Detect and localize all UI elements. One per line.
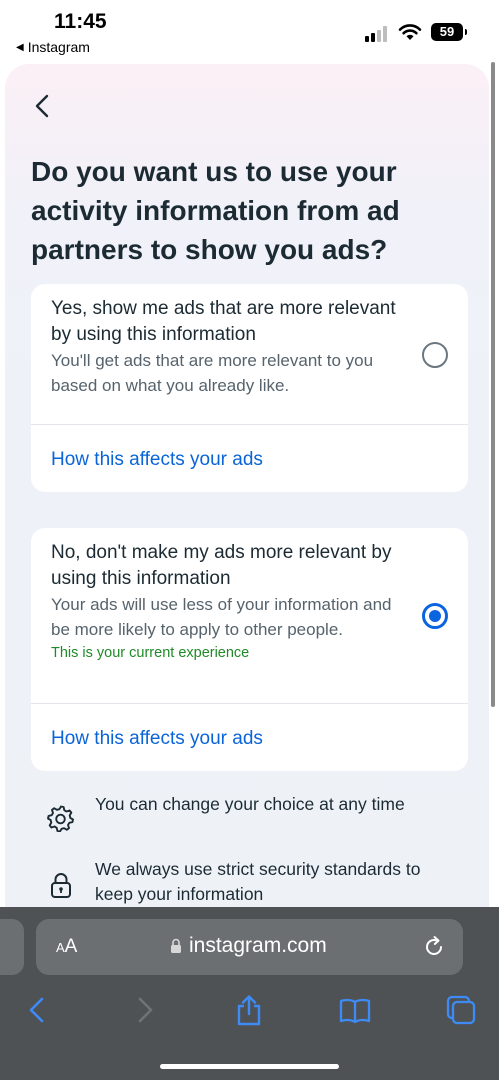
- option-no[interactable]: No, don't make my ads more relevant by u…: [51, 540, 406, 661]
- text-size-button[interactable]: AA: [56, 936, 77, 958]
- option-yes-title: Yes, show me ads that are more relevant …: [51, 298, 396, 345]
- browser-back-icon[interactable]: [20, 993, 54, 1027]
- how-affects-ads-link-1[interactable]: How this affects your ads: [51, 449, 263, 471]
- gear-icon: [47, 805, 74, 832]
- page-title: Do you want us to use your activity info…: [31, 156, 400, 265]
- back-to-app-link[interactable]: ◀ Instagram: [16, 39, 90, 55]
- wifi-icon: [398, 24, 422, 40]
- previous-tab-peek[interactable]: [0, 919, 24, 975]
- home-indicator[interactable]: [160, 1064, 339, 1069]
- cellular-signal-icon: [365, 26, 387, 42]
- option-card-yes: Yes, show me ads that are more relevant …: [31, 284, 468, 492]
- option-yes-description: You'll get ads that are more relevant to…: [51, 351, 374, 395]
- lock-icon: [51, 873, 71, 898]
- browser-forward-icon[interactable]: [128, 993, 162, 1027]
- scroll-indicator[interactable]: [491, 62, 495, 707]
- option-no-title: No, don't make my ads more relevant by u…: [51, 542, 392, 589]
- tabs-icon[interactable]: [444, 993, 478, 1027]
- info-text-change-choice: You can change your choice at any time: [95, 794, 405, 814]
- status-bar: 11:45 ◀ Instagram 59: [0, 0, 499, 62]
- reload-icon[interactable]: [422, 935, 446, 959]
- status-time: 11:45: [54, 10, 107, 33]
- radio-no-selected[interactable]: [422, 603, 448, 629]
- current-experience-note: This is your current experience: [51, 645, 250, 661]
- back-chevron-icon[interactable]: [31, 92, 55, 120]
- option-yes[interactable]: Yes, show me ads that are more relevant …: [51, 296, 406, 398]
- consent-sheet: Do you want us to use your activity info…: [5, 64, 489, 944]
- url-text: instagram.com: [189, 934, 327, 957]
- battery-indicator: 59: [431, 23, 467, 41]
- option-card-no: No, don't make my ads more relevant by u…: [31, 528, 468, 771]
- share-icon[interactable]: [232, 993, 266, 1027]
- divider: [31, 424, 468, 425]
- secure-lock-icon: [171, 938, 181, 953]
- back-triangle-icon: ◀: [16, 41, 24, 53]
- option-no-description: Your ads will use less of your informati…: [51, 595, 392, 639]
- bookmarks-icon[interactable]: [338, 993, 372, 1027]
- info-text-security: We always use strict security standards …: [95, 859, 421, 904]
- radio-yes[interactable]: [422, 342, 448, 368]
- how-affects-ads-link-2[interactable]: How this affects your ads: [51, 728, 263, 750]
- browser-toolbar: AA instagram.com: [0, 907, 499, 1080]
- address-bar[interactable]: AA instagram.com: [36, 919, 463, 975]
- back-app-label: Instagram: [27, 39, 90, 55]
- divider: [31, 703, 468, 704]
